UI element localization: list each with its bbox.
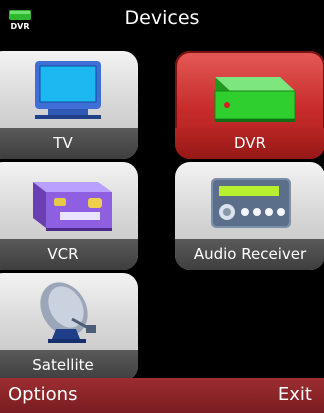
tv-icon (0, 57, 138, 127)
satellite-dish-icon (0, 279, 138, 349)
vcr-icon (0, 168, 138, 238)
tile-label: Audio Receiver (175, 239, 324, 270)
tile-label: Satellite (0, 350, 138, 381)
device-tile-vcr[interactable]: VCR (0, 162, 138, 270)
exit-softkey[interactable]: Exit (278, 384, 312, 405)
tile-label: DVR (175, 128, 324, 159)
tile-label: TV (0, 128, 138, 159)
tile-label: VCR (0, 239, 138, 270)
audio-receiver-icon (175, 168, 324, 238)
softkey-bar: Options Exit (0, 378, 324, 413)
device-tile-satellite[interactable]: Satellite (0, 273, 138, 381)
device-tile-audio-receiver[interactable]: Audio Receiver (175, 162, 324, 270)
options-softkey[interactable]: Options (8, 384, 77, 405)
device-tile-tv[interactable]: TV (0, 51, 138, 159)
device-tile-dvr[interactable]: DVR (175, 51, 324, 159)
page-title: Devices (124, 7, 200, 29)
header-bar: DVR Devices (0, 0, 324, 44)
dvr-icon (175, 57, 324, 127)
